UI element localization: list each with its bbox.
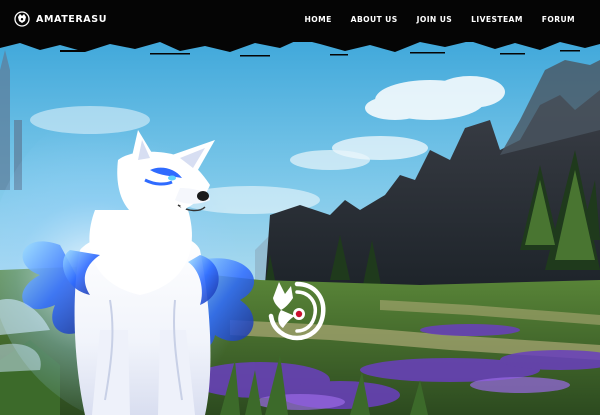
brand-name: AMATERASU: [36, 13, 108, 25]
wolf-emblem-icon: [268, 281, 326, 341]
nav-home-link[interactable]: HOME: [305, 15, 332, 24]
nav-forum-link[interactable]: FORUM: [542, 15, 575, 24]
hero-background: [0, 0, 600, 415]
wolf-logo-icon: [14, 11, 30, 27]
landing-page: AMATERASU HOME ABOUT US JOIN US LIVESTEA…: [0, 0, 600, 415]
nav-about-us-link[interactable]: ABOUT US: [351, 15, 398, 24]
nav-livesteam-link[interactable]: LIVESTEAM: [471, 15, 523, 24]
nav-join-us-link[interactable]: JOIN US: [417, 15, 453, 24]
main-nav: HOME ABOUT US JOIN US LIVESTEAM FORUM: [305, 15, 575, 24]
brand[interactable]: AMATERASU: [14, 11, 107, 27]
